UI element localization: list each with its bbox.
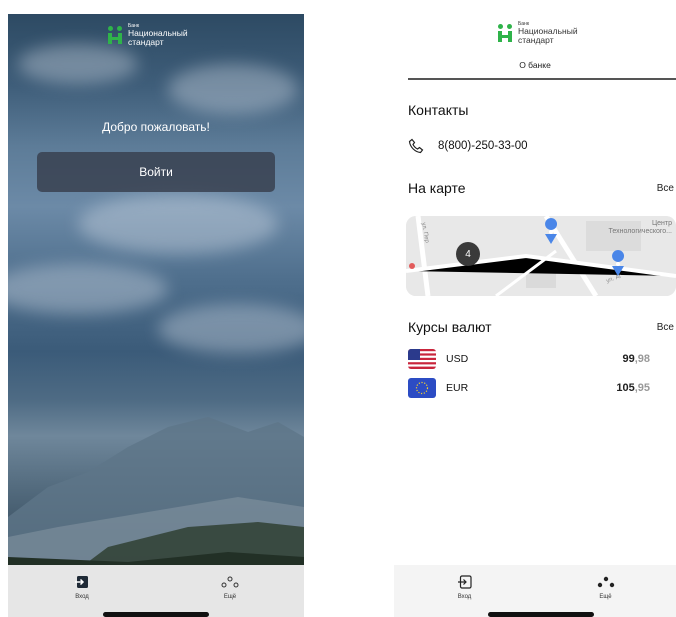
tab-about-bank[interactable]: О банке bbox=[394, 60, 676, 70]
phone-icon bbox=[408, 138, 424, 154]
map-label-line-1: Центр bbox=[651, 220, 672, 227]
more-dots-icon bbox=[220, 573, 240, 591]
rate-code: USD bbox=[446, 353, 469, 365]
contact-phone-number: 8(800)-250-33-00 bbox=[438, 140, 528, 152]
logo-line-2: стандарт bbox=[128, 36, 164, 47]
background-cloud bbox=[168, 64, 298, 114]
tab-login[interactable]: Вход bbox=[435, 573, 495, 617]
map-all-link[interactable]: Все bbox=[657, 183, 674, 194]
rates-title: Курсы валют bbox=[408, 319, 492, 335]
tab-login-label: Вход bbox=[457, 594, 472, 600]
tab-login[interactable]: Вход bbox=[52, 573, 112, 617]
rate-value: 105,95 bbox=[616, 382, 650, 394]
login-icon bbox=[72, 573, 92, 591]
map-section-title: На карте bbox=[408, 180, 466, 196]
tab-more-label: Ещё bbox=[599, 594, 612, 600]
bank-logo-mark bbox=[108, 26, 122, 44]
branches-map[interactable]: 4 Центр Технологического... ул. Пер ул. … bbox=[406, 216, 676, 296]
logo-line-2: стандарт bbox=[518, 34, 554, 45]
rate-value-main: 99 bbox=[622, 353, 635, 365]
background-cloud bbox=[78, 194, 278, 254]
map-label-line-2: Технологического... bbox=[608, 227, 672, 235]
rate-value-main: 105 bbox=[616, 382, 635, 394]
background-cloud bbox=[8, 264, 168, 314]
bottom-tabbar: Вход Ещё bbox=[394, 565, 676, 617]
about-bank-screen: Банк Национальный стандарт О банке Конта… bbox=[394, 14, 676, 617]
rate-value-fraction: ,95 bbox=[634, 382, 650, 394]
welcome-text: Добро пожаловать! bbox=[102, 120, 210, 134]
mountain-landscape bbox=[8, 417, 304, 577]
background-cloud bbox=[18, 44, 138, 84]
tab-login-label: Вход bbox=[75, 594, 89, 600]
active-tab-underline bbox=[408, 78, 676, 80]
login-button[interactable]: Войти bbox=[37, 152, 275, 192]
us-flag-icon bbox=[408, 349, 436, 369]
contact-phone-row[interactable]: 8(800)-250-33-00 bbox=[408, 138, 528, 154]
login-icon bbox=[455, 573, 475, 591]
eu-flag-icon bbox=[408, 378, 436, 398]
map-cluster-marker[interactable]: 4 bbox=[456, 242, 480, 266]
bank-logo: Банк Национальный стандарт bbox=[498, 22, 578, 44]
rates-all-link[interactable]: Все bbox=[657, 322, 674, 333]
home-indicator bbox=[103, 612, 209, 617]
tab-more-label: Ещё bbox=[223, 594, 237, 600]
home-indicator bbox=[488, 612, 594, 617]
background-cloud bbox=[158, 304, 304, 354]
rate-value: 99,98 bbox=[622, 353, 650, 365]
screenshot-canvas: Банк Национальный стандарт Добро пожалов… bbox=[0, 0, 676, 617]
rate-value-fraction: ,98 bbox=[634, 353, 650, 365]
tab-more[interactable]: Ещё bbox=[200, 573, 260, 617]
bank-logo-mark bbox=[498, 24, 512, 42]
map-place-label: Центр Технологического... bbox=[609, 220, 672, 235]
rate-row-eur[interactable]: EUR 105,95 bbox=[408, 377, 676, 399]
contacts-title: Контакты bbox=[408, 102, 469, 118]
rate-code: EUR bbox=[446, 382, 469, 394]
header: Банк Национальный стандарт О банке bbox=[394, 14, 676, 80]
login-screen: Банк Национальный стандарт Добро пожалов… bbox=[8, 14, 304, 617]
rate-row-usd[interactable]: USD 99,98 bbox=[408, 348, 676, 370]
more-dots-icon bbox=[596, 573, 616, 591]
bottom-tabbar: Вход Ещё bbox=[8, 565, 304, 617]
bank-logo: Банк Национальный стандарт bbox=[108, 24, 188, 46]
tab-more[interactable]: Ещё bbox=[576, 573, 636, 617]
